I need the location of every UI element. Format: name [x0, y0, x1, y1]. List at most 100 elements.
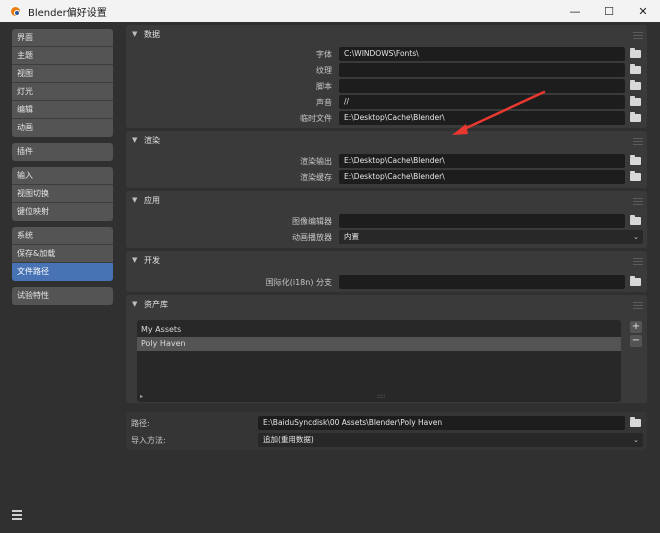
folder-icon [629, 171, 641, 181]
image-editor-browse-button[interactable] [628, 214, 642, 228]
render-cache-path-field[interactable]: E:\Desktop\Cache\Blender\ [339, 170, 625, 184]
folder-icon [629, 112, 641, 122]
textures-browse-button[interactable] [628, 63, 642, 77]
folder-icon [629, 80, 641, 90]
render-output-label: 渲染输出 [300, 156, 332, 166]
asset-library-list[interactable]: My Assets Poly Haven ▸ :::: [137, 320, 621, 402]
textures-label: 纹理 [316, 65, 332, 75]
drag-handle-icon[interactable] [633, 258, 643, 267]
remove-library-button[interactable]: − [630, 335, 642, 347]
section-title-applications: 应用 [144, 195, 160, 205]
window-title: Blender偏好设置 [28, 7, 107, 19]
folder-icon [629, 215, 641, 225]
import-method-row: 导入方法: 追加(重用数据) ⌄ [0, 433, 660, 447]
drag-handle-icon[interactable] [633, 198, 643, 207]
import-method-label: 导入方法: [131, 435, 166, 445]
sidebar-item-experimental[interactable]: 试验特性 [12, 287, 113, 305]
render-output-path-field[interactable]: E:\Desktop\Cache\Blender\ [339, 154, 625, 168]
animation-player-value: 内置 [344, 232, 359, 241]
annotation-arrow-icon [452, 90, 546, 135]
fonts-browse-button[interactable] [628, 47, 642, 61]
window-controls: — ☐ ✕ [558, 0, 660, 22]
image-editor-path-field[interactable] [339, 214, 625, 228]
drag-handle-icon[interactable] [633, 138, 643, 147]
chevron-down-icon: ⌄ [633, 233, 639, 241]
scripts-row: 脚本 [0, 79, 660, 93]
fonts-row: 字体 C:\WINDOWS\Fonts\ [0, 47, 660, 61]
close-button[interactable]: ✕ [626, 0, 660, 22]
fonts-label: 字体 [316, 49, 332, 59]
section-header-data[interactable]: ▼ 数据 [126, 25, 647, 43]
annotation-arrow-line [460, 90, 546, 132]
resize-handle-icon[interactable]: :::: [377, 393, 385, 400]
scripts-browse-button[interactable] [628, 79, 642, 93]
textures-row: 纹理 [0, 63, 660, 77]
maximize-button[interactable]: ☐ [592, 0, 626, 22]
sounds-label: 声音 [316, 97, 332, 107]
sounds-row: 声音 // [0, 95, 660, 109]
chevron-down-icon: ▼ [132, 30, 138, 38]
chevron-down-icon: ▼ [132, 196, 138, 204]
scripts-label: 脚本 [316, 81, 332, 91]
sidebar-item-save-load[interactable]: 保存&加载 [12, 245, 113, 263]
temp-files-browse-button[interactable] [628, 111, 642, 125]
sidebar-item-interface[interactable]: 界面 [12, 29, 113, 47]
expand-arrow-icon[interactable]: ▸ [140, 393, 143, 400]
chevron-down-icon: ⌄ [633, 436, 639, 444]
section-title-data: 数据 [144, 29, 160, 39]
section-header-render[interactable]: ▼ 渲染 [126, 131, 647, 149]
animation-player-label: 动画播放器 [292, 232, 332, 242]
folder-icon [629, 64, 641, 74]
render-cache-row: 渲染缓存 E:\Desktop\Cache\Blender\ [0, 170, 660, 184]
folder-icon [629, 276, 641, 286]
blender-logo-icon [8, 4, 22, 18]
section-title-development: 开发 [144, 255, 160, 265]
folder-icon [629, 48, 641, 58]
chevron-down-icon: ▼ [132, 300, 138, 308]
library-path-label: 路径: [131, 418, 150, 428]
section-header-development[interactable]: ▼ 开发 [126, 251, 647, 269]
section-header-applications[interactable]: ▼ 应用 [126, 191, 647, 209]
i18n-branch-row: 国际化(i18n) 分支 [0, 275, 660, 289]
library-path-browse-button[interactable] [628, 416, 642, 430]
add-library-button[interactable]: + [630, 321, 642, 333]
drag-handle-icon[interactable] [633, 32, 643, 41]
i18n-branch-label: 国际化(i18n) 分支 [265, 277, 332, 287]
minimize-button[interactable]: — [558, 0, 592, 22]
section-header-asset-libraries[interactable]: ▼ 资产库 [126, 295, 647, 313]
import-method-value: 追加(重用数据) [263, 435, 314, 444]
asset-library-item-poly-haven[interactable]: Poly Haven [137, 337, 621, 351]
folder-icon [629, 155, 641, 165]
animation-player-dropdown[interactable]: 内置 ⌄ [339, 230, 643, 244]
folder-icon [629, 96, 641, 106]
render-cache-label: 渲染缓存 [300, 172, 332, 182]
menu-icon[interactable] [12, 510, 22, 520]
i18n-branch-browse-button[interactable] [628, 275, 642, 289]
annotation-arrow-head [452, 124, 468, 135]
render-output-browse-button[interactable] [628, 154, 642, 168]
temp-files-label: 临时文件 [300, 113, 332, 123]
image-editor-label: 图像编辑器 [292, 216, 332, 226]
title-bar: Blender偏好设置 — ☐ ✕ [0, 0, 660, 22]
animation-player-row: 动画播放器 内置 ⌄ [0, 230, 660, 244]
chevron-down-icon: ▼ [132, 136, 138, 144]
drag-handle-icon[interactable] [633, 302, 643, 311]
render-output-row: 渲染输出 E:\Desktop\Cache\Blender\ [0, 154, 660, 168]
sidebar-group-experimental: 试验特性 [12, 287, 113, 305]
library-path-field[interactable]: E:\BaiduSyncdisk\00 Assets\Blender\Poly … [258, 416, 625, 430]
library-path-row: 路径: E:\BaiduSyncdisk\00 Assets\Blender\P… [0, 416, 660, 430]
import-method-dropdown[interactable]: 追加(重用数据) ⌄ [258, 433, 643, 447]
image-editor-row: 图像编辑器 [0, 214, 660, 228]
section-title-asset-libraries: 资产库 [144, 299, 168, 309]
section-title-render: 渲染 [144, 135, 160, 145]
i18n-branch-path-field[interactable] [339, 275, 625, 289]
temp-files-row: 临时文件 E:\Desktop\Cache\Blender\ [0, 111, 660, 125]
render-cache-browse-button[interactable] [628, 170, 642, 184]
sidebar-item-navigation[interactable]: 视图切换 [12, 185, 113, 203]
textures-path-field[interactable] [339, 63, 625, 77]
chevron-down-icon: ▼ [132, 256, 138, 264]
folder-icon [629, 417, 641, 427]
sounds-browse-button[interactable] [628, 95, 642, 109]
asset-library-item-my-assets[interactable]: My Assets [137, 323, 621, 337]
fonts-path-field[interactable]: C:\WINDOWS\Fonts\ [339, 47, 625, 61]
